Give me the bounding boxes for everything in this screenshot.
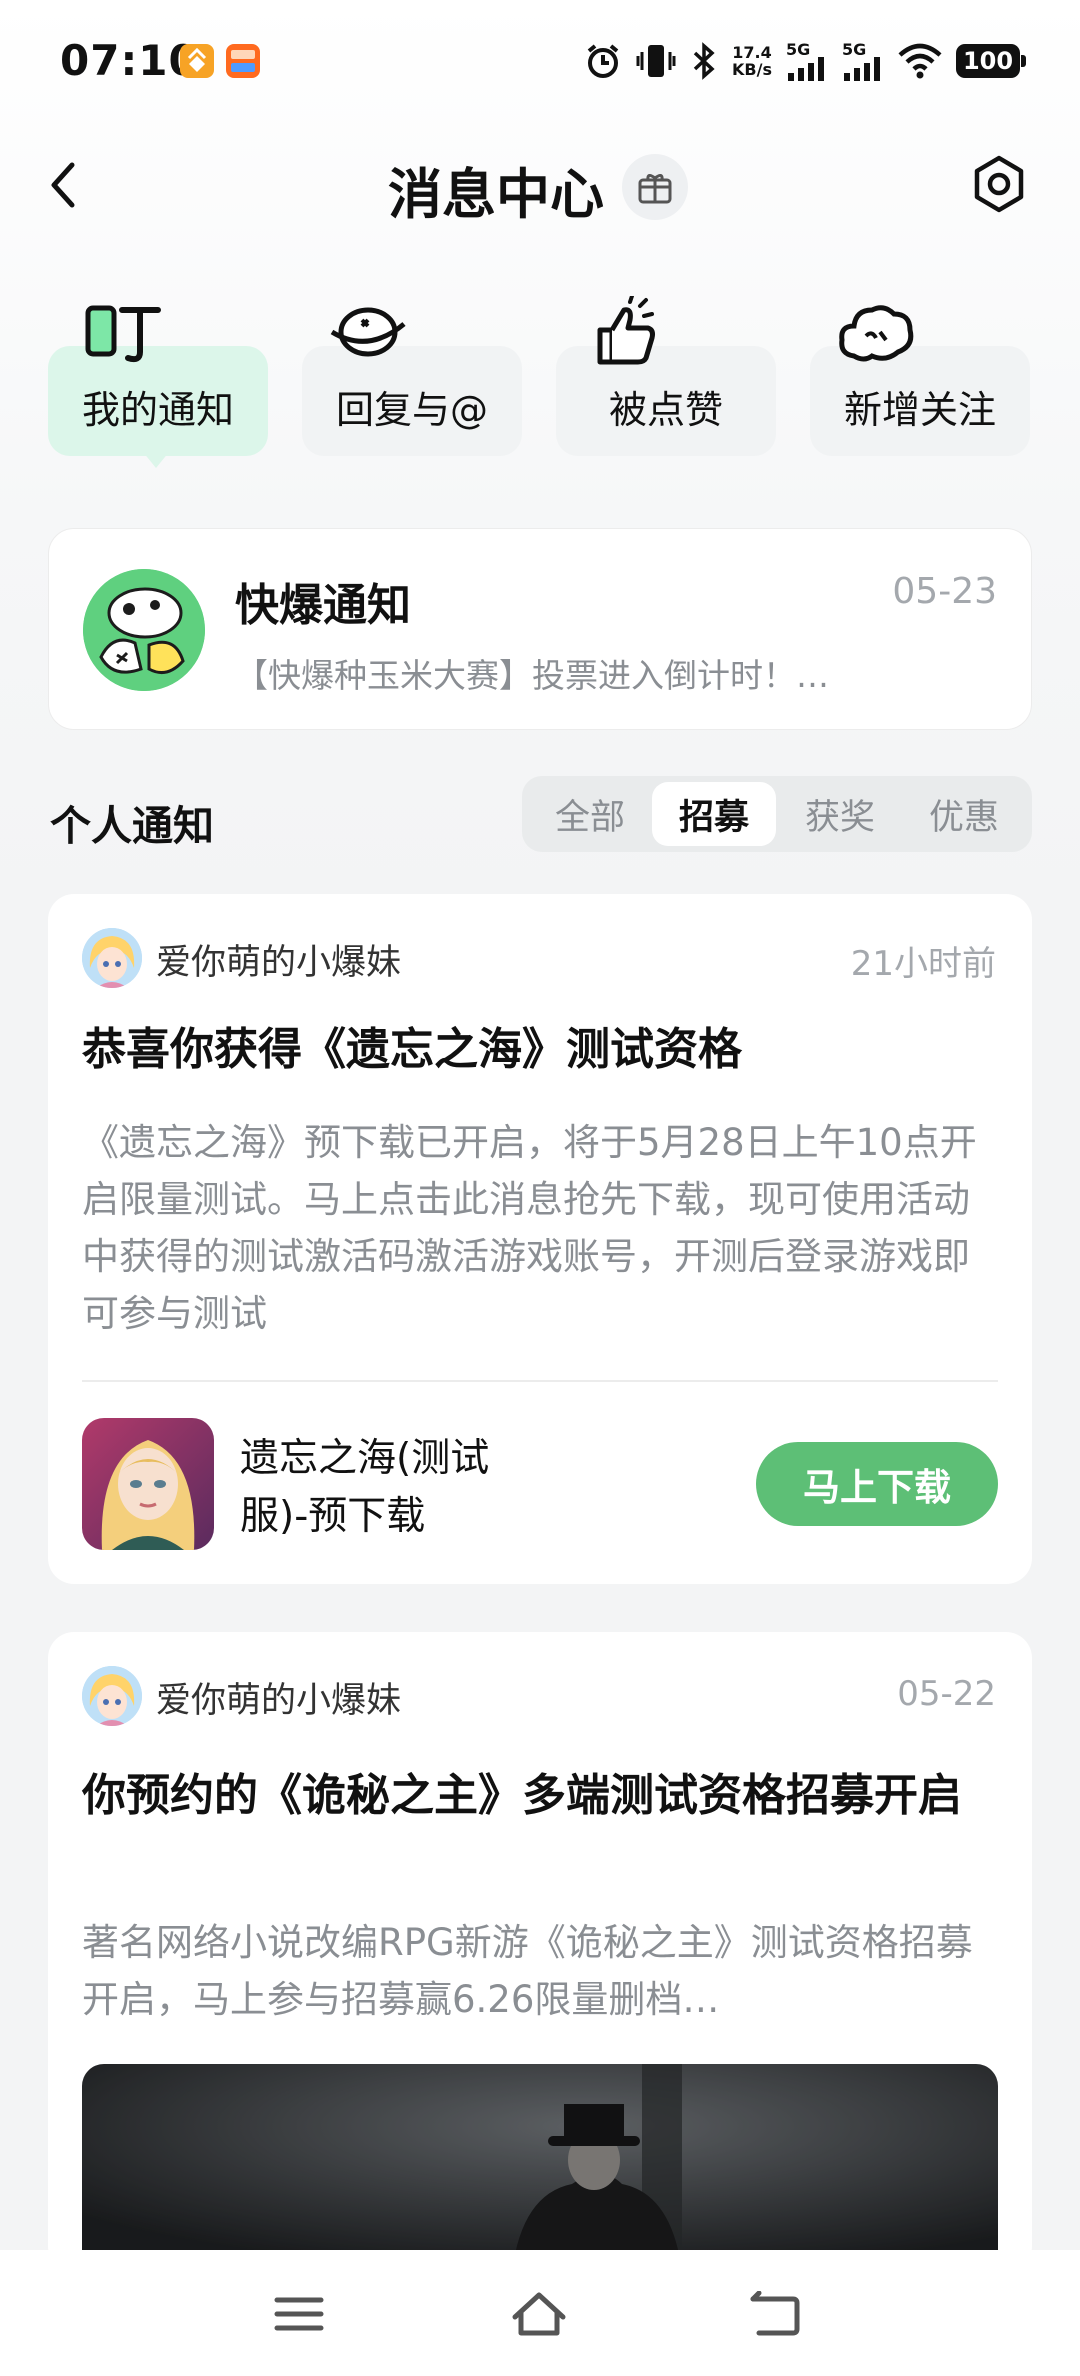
back-icon [750,2291,800,2336]
signal-icon: 5G [786,41,828,81]
message-title: 恭喜你获得《遗忘之海》测试资格 [82,1024,742,1075]
section-title: 个人通知 [50,802,214,850]
filter-tabs: 全部 招募 获奖 优惠 [522,776,1032,852]
taobao-flash-icon [226,44,260,78]
menu-icon [274,2297,324,2331]
gear-icon [974,155,1024,213]
status-bar: 07:10 17.4 KB/s 5G 5G 100 [0,0,1080,120]
back-nav-button[interactable] [730,2274,820,2354]
official-avatar [83,569,205,691]
official-date: 05-23 [892,571,997,612]
official-sender-name: 快爆通知 [235,580,411,631]
filter-tab-recruit[interactable]: 招募 [652,782,776,846]
speech-planet-icon [330,307,406,357]
message-body: 《遗忘之海》预下载已开启，将于5月28日上午10点开启限量测试。马上点击此消息抢… [82,1121,977,1335]
game-name: 遗忘之海(测试服)-预下载 [240,1436,490,1539]
message-time: 21小时前 [850,944,996,984]
net-speed: 17.4 KB/s [732,43,772,79]
message-body: 著名网络小说改编RPG新游《诡秘之主》测试资格招募开启，马上参与招募赢6.26限… [82,1921,973,2021]
vibrate-icon [636,45,676,77]
bluetooth-icon [693,42,715,80]
active-category-pointer [143,452,169,468]
settings-button[interactable] [968,152,1030,218]
category-label: 被点赞 [608,388,723,432]
chevron-left-icon [51,162,75,208]
gift-box-icon [638,173,672,204]
official-notice-card[interactable]: 快爆通知 05-23 【快爆种玉米大赛】投票进入倒计时！… [48,528,1032,730]
category-label: 回复与@ [335,388,488,432]
status-icons: 17.4 KB/s 5G 5G 100 [584,38,1026,84]
thumbs-up-icon [597,296,655,365]
message-banner-image[interactable] [82,2064,998,2272]
message-time: 05-22 [897,1674,996,1714]
divider [82,1380,998,1382]
sender-name: 爱你萌的小爆妹 [156,943,402,983]
orange-app-icon [180,44,214,78]
system-nav-bar [0,2250,1080,2376]
signal-icon: 5G [842,41,884,81]
official-preview: 【快爆种玉米大赛】投票进入倒计时！… [235,656,829,695]
sender-name: 爱你萌的小爆妹 [156,1681,402,1721]
menu-button[interactable] [254,2274,344,2354]
filter-tab-all[interactable]: 全部 [528,782,652,846]
category-label: 我的通知 [81,388,234,432]
download-now-button[interactable]: 马上下载 [756,1442,998,1526]
filter-tab-awards[interactable]: 获奖 [778,782,902,846]
filter-tab-offers[interactable]: 优惠 [902,782,1026,846]
game-icon[interactable] [82,1418,214,1550]
sender-avatar [82,928,142,988]
status-time: 07:10 [60,36,199,85]
message-card[interactable]: 爱你萌的小爆妹 05-22 你预约的《诡秘之主》多端测试资格招募开启 著名网络小… [48,1632,1032,2272]
wifi-icon [898,43,942,79]
alarm-icon [587,44,619,78]
message-card[interactable]: 爱你萌的小爆妹 21小时前 恭喜你获得《遗忘之海》测试资格 《遗忘之海》预下载已… [48,894,1032,1584]
page-title: 消息中心 [388,163,604,226]
battery-icon: 100 [956,44,1026,78]
back-button[interactable] [40,150,90,220]
home-icon [512,2292,566,2336]
message-title: 你预约的《诡秘之主》多端测试资格招募开启 [82,1770,962,1821]
ding-icon [85,305,161,363]
follow-cloud-icon [839,305,914,362]
home-button[interactable] [494,2274,584,2354]
category-label: 新增关注 [843,388,996,432]
gift-box-button[interactable] [622,154,688,220]
sender-avatar [82,1666,142,1726]
